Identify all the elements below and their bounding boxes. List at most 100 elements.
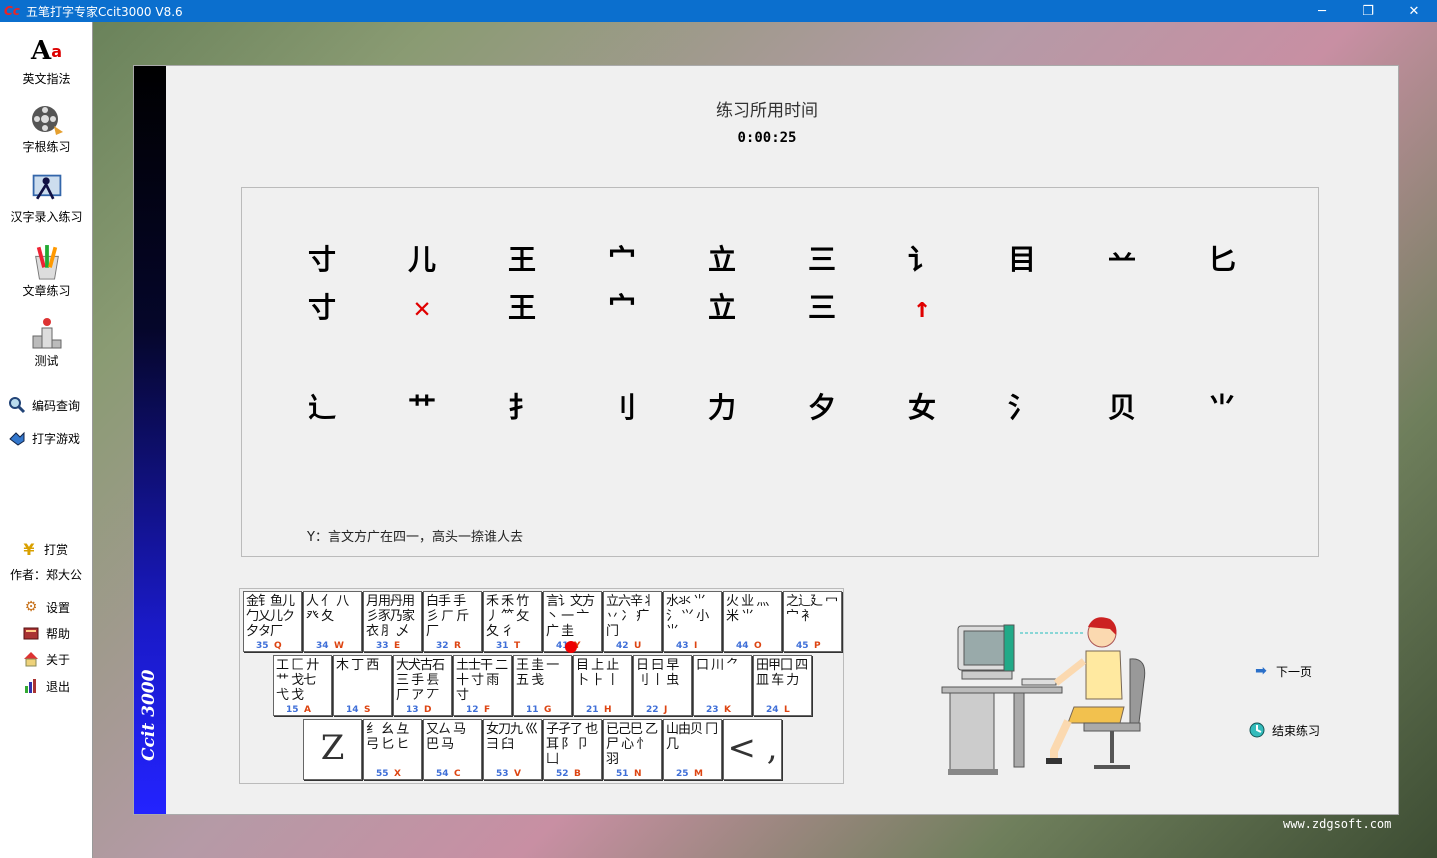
- key-r[interactable]: 白手 手 彡 ㄏ 斤 厂 32 R: [423, 591, 482, 652]
- typed-row: 寸 ✕ 王 宀 立 三 ↑: [242, 288, 1320, 328]
- key-s[interactable]: 木 丁 西 14 S: [333, 655, 392, 716]
- key-code: 45: [796, 641, 809, 651]
- key-code: 32: [436, 641, 449, 651]
- sidebar-item-label: 打赏: [44, 542, 69, 557]
- key-letter: O: [754, 641, 762, 651]
- sidebar-item-label: 退出: [46, 679, 71, 694]
- key-i[interactable]: 水氺 ⺌ 氵 ⺍ 小 ⺌ 43 I: [663, 591, 722, 652]
- key-code: 31: [496, 641, 509, 651]
- key-radicals: 之辶廴 冖 宀 衤: [786, 594, 838, 624]
- sidebar-item-hanzi-input-practice[interactable]: 汉字录入练习: [0, 172, 93, 225]
- key-code: 11: [526, 705, 539, 715]
- sidebar-item-about[interactable]: 关于: [22, 650, 70, 668]
- key-e[interactable]: 月用丹用彡豕乃家衣 ⺼ 乄 33 E: [363, 591, 422, 652]
- key-letter: B: [574, 769, 581, 779]
- key-v[interactable]: 女刀九 巛 彐 臼 53 V: [483, 719, 542, 780]
- house-icon: [22, 650, 40, 668]
- key-radicals: 山由贝 冂 几: [666, 722, 718, 752]
- sidebar-item-article-practice[interactable]: 文章练习: [0, 245, 93, 299]
- key-m[interactable]: 山由贝 冂 几 25 M: [663, 719, 722, 780]
- sidebar-item-test[interactable]: 测试: [0, 316, 93, 369]
- row1-char: 儿: [407, 243, 436, 276]
- end-practice-button[interactable]: 结束练习: [1248, 721, 1320, 739]
- key-n[interactable]: 已己巳 乙 尸 心 忄 羽 51 N: [603, 719, 662, 780]
- key-radicals: 大犬古石 三 手 镸 厂 ア 丆: [396, 658, 445, 703]
- sidebar-item-settings[interactable]: ⚙ 设置: [22, 598, 70, 616]
- close-button[interactable]: ✕: [1391, 0, 1437, 22]
- key-c[interactable]: 又ㄙ 马 巴 马 54 C: [423, 719, 482, 780]
- key-radicals: 目 上 止 卜 ⺊ 丨: [576, 658, 619, 688]
- sidebar: Aa 英文指法 字根练习 汉字录入练习 文章练习 测试 编码查询 打字游戏 ¥ …: [0, 22, 93, 858]
- key-radicals: 言讠文方丶 一 亠 广 圭: [546, 594, 595, 639]
- key-letter: C: [454, 769, 461, 779]
- key-letter: U: [634, 641, 642, 651]
- key-x[interactable]: 纟 幺 彑 弓 匕 ヒ 55 X: [363, 719, 422, 780]
- sidebar-item-code-lookup[interactable]: 编码查询: [8, 396, 80, 414]
- app-logo-icon: Cc: [4, 4, 20, 18]
- key-k[interactable]: 口 川 ⺈ 23 K: [693, 655, 752, 716]
- window-controls: ─ ❐ ✕: [1299, 0, 1437, 22]
- exit-icon: [22, 677, 40, 695]
- sidebar-item-label: 打字游戏: [32, 431, 81, 446]
- row3-char: 力: [707, 391, 736, 424]
- key-h[interactable]: 目 上 止 卜 ⺊ 丨 21 H: [573, 655, 632, 716]
- sidebar-item-radical-practice[interactable]: 字根练习: [0, 102, 93, 155]
- book-icon: [22, 624, 40, 642]
- key-u[interactable]: 立六辛丬 丷 冫 疒 门 42 U: [603, 591, 662, 652]
- key-t[interactable]: 禾 禾 竹 丿 ⺮ 攵 夂 彳 31 T: [483, 591, 542, 652]
- key-letter: P: [814, 641, 821, 651]
- key-l[interactable]: 田甲囗 四 皿 车 力 24 L: [753, 655, 812, 716]
- sidebar-item-exit[interactable]: 退出: [22, 677, 70, 695]
- target-row: 寸儿王宀立三讠目䒑匕: [242, 240, 1320, 280]
- key-radicals: 女刀九 巛 彐 臼: [486, 722, 538, 752]
- key-radicals: 人 亻 八 癶 夂: [306, 594, 349, 624]
- key-code: 53: [496, 769, 509, 779]
- key-g[interactable]: 王 圭 一 五 戋 11 G: [513, 655, 572, 716]
- sidebar-item-english-fingering[interactable]: Aa 英文指法: [0, 34, 93, 87]
- key-code: 14: [346, 705, 359, 715]
- key-y[interactable]: 言讠文方丶 一 亠 广 圭 41 Y: [543, 591, 602, 653]
- sidebar-item-label: 编码查询: [32, 398, 81, 413]
- key-<[interactable]: < ,: [723, 719, 782, 780]
- key-code: 34: [316, 641, 329, 651]
- sidebar-item-typing-games[interactable]: 打字游戏: [8, 429, 80, 447]
- minimize-button[interactable]: ─: [1299, 0, 1345, 22]
- key-a[interactable]: 工 匚 廾艹 戈七 弋 戈 15 A: [273, 655, 332, 716]
- next-page-button[interactable]: ➡ 下一页: [1252, 662, 1312, 680]
- clock-icon: [1248, 721, 1266, 739]
- magnifier-icon: [8, 396, 26, 414]
- key-code: 42: [616, 641, 629, 651]
- key-code: 54: [436, 769, 449, 779]
- key-radicals: 又ㄙ 马 巴 马: [426, 722, 466, 752]
- key-f[interactable]: 土士干 二 十 寸 雨 寸 12 F: [453, 655, 512, 716]
- key-letter: L: [784, 705, 790, 715]
- key-radicals: 火 业 灬 米 ⺌: [726, 594, 769, 624]
- sidebar-item-help[interactable]: 帮助: [22, 624, 70, 642]
- key-q[interactable]: 金钅鱼儿勹乂儿ク夕タ厂 35 Q: [243, 591, 302, 652]
- sidebar-item-label: 设置: [46, 600, 71, 615]
- key-o[interactable]: 火 业 灬 米 ⺌ 44 O: [723, 591, 782, 652]
- key-letter: H: [604, 705, 612, 715]
- key-code: 25: [676, 769, 689, 779]
- key-letter: V: [514, 769, 521, 779]
- key-code: 43: [676, 641, 689, 651]
- key-code: 22: [646, 705, 659, 715]
- key-letter: J: [664, 705, 668, 715]
- yen-icon: ¥: [23, 539, 35, 559]
- sidebar-item-reward[interactable]: ¥ 打赏: [20, 539, 69, 559]
- key-z[interactable]: Z: [303, 719, 362, 780]
- key-code: 24: [766, 705, 779, 715]
- key-j[interactable]: 日 曰 早 刂 丨 虫 22 J: [633, 655, 692, 716]
- key-w[interactable]: 人 亻 八 癶 夂 34 W: [303, 591, 362, 652]
- sidebar-item-label: 汉字录入练习: [10, 210, 83, 224]
- row1-char: 寸: [307, 243, 336, 276]
- row3-char: 艹: [407, 391, 436, 424]
- key-code: 33: [376, 641, 389, 651]
- key-p[interactable]: 之辶廴 冖 宀 衤 45 P: [783, 591, 842, 652]
- key-d[interactable]: 大犬古石 三 手 镸 厂 ア 丆 13 D: [393, 655, 452, 716]
- key-radicals: 水氺 ⺌ 氵 ⺍ 小 ⺌: [666, 594, 709, 639]
- row1-char: 讠: [907, 243, 936, 276]
- practice-area: 寸儿王宀立三讠目䒑匕 寸 ✕ 王宀立三 ↑ 辶艹扌刂力夕女氵贝⺌ Y：言文方广在四一，…: [241, 187, 1319, 557]
- key-b[interactable]: 子孑了 也 耳 阝 卩 凵 52 B: [543, 719, 602, 780]
- restore-button[interactable]: ❐: [1345, 0, 1391, 22]
